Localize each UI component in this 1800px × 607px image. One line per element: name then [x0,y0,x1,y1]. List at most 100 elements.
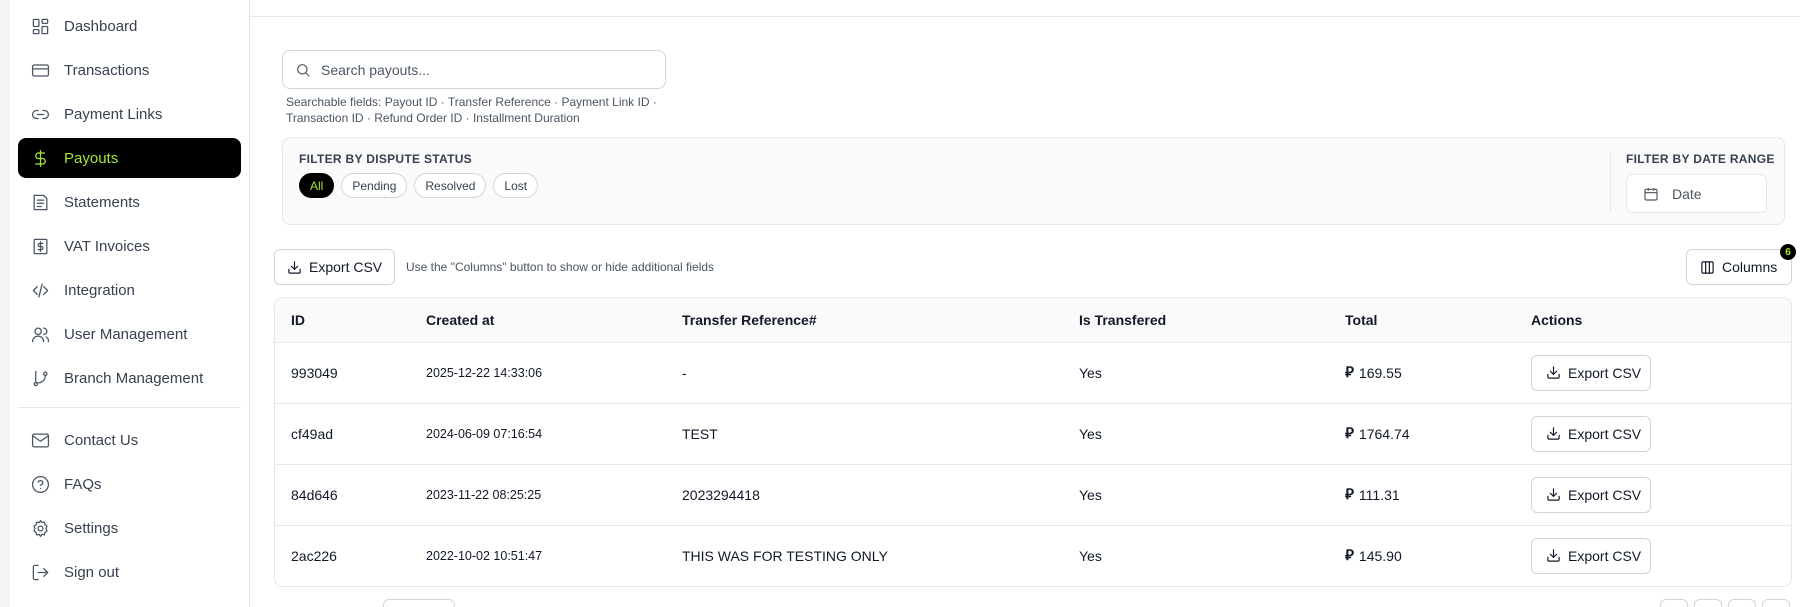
row-export-label: Export CSV [1568,486,1642,503]
search-box[interactable] [282,50,666,89]
sidebar-item-user-management[interactable]: User Management [18,314,241,354]
sidebar-item-label: Transactions [64,61,150,79]
filter-panel: FILTER BY DISPUTE STATUS All Pending Res… [282,137,1785,225]
cell-actions: Export CSV [1515,403,1791,465]
main-content: Searchable fields: Payout ID · Transfer … [250,0,1800,607]
cell-is-transfered: Yes [1063,403,1329,465]
chip-all[interactable]: All [299,173,335,198]
date-range-button[interactable]: Date [1626,174,1767,213]
sidebar-item-label: Contact Us [64,431,139,449]
sidebar-item-label: Integration [64,281,135,299]
sidebar-item-label: VAT Invoices [64,237,150,255]
cell-created-at: 2023-11-22 08:25:25 [410,464,666,526]
sidebar-item-settings[interactable]: Settings [18,508,241,548]
currency-icon: ⃁ [1345,547,1354,565]
dispute-filter-chips: All Pending Resolved Lost [299,173,539,198]
app-root: Dashboard Transactions Payment Links Pay… [0,0,1800,607]
download-icon [1547,488,1560,501]
mail-icon [29,429,51,451]
download-icon [1547,549,1560,562]
sidebar-item-payment-links[interactable]: Payment Links [18,94,241,134]
cell-total: ⃁ 145.90 [1329,525,1515,586]
sidebar-item-label: Statements [64,193,140,211]
sidebar: Dashboard Transactions Payment Links Pay… [10,0,250,607]
pagination-button[interactable] [1694,599,1722,607]
total-value: 1764.74 [1358,425,1410,442]
chip-pending[interactable]: Pending [341,173,408,198]
chip-lost[interactable]: Lost [493,173,539,198]
help-icon [29,473,51,495]
sidebar-item-label: Payment Links [64,105,163,123]
sidebar-item-faqs[interactable]: FAQs [18,464,241,504]
row-export-csv-button[interactable]: Export CSV [1531,415,1651,452]
download-icon [288,260,301,274]
pagination-button[interactable] [1762,599,1790,607]
sidebar-item-dashboard[interactable]: Dashboard [18,6,241,46]
cell-total: ⃁ 111.31 [1329,464,1515,526]
sidebar-item-label: Sign out [64,563,120,581]
row-export-label: Export CSV [1568,364,1642,381]
date-range-label: Date [1672,185,1702,202]
sidebar-item-statements[interactable]: Statements [18,182,241,222]
row-export-csv-button[interactable]: Export CSV [1531,354,1651,391]
sidebar-divider [18,407,241,408]
row-export-csv-button[interactable]: Export CSV [1531,537,1651,574]
download-icon [1547,366,1560,379]
total-value: 169.55 [1358,364,1402,381]
sidebar-nav: Dashboard Transactions Payment Links Pay… [10,0,249,398]
columns-label: Columns [1722,259,1778,275]
dollar-icon [29,147,51,169]
columns-count-badge: 6 [1780,244,1796,260]
cell-id: 993049 [275,342,410,404]
sidebar-item-transactions[interactable]: Transactions [18,50,241,90]
users-icon [29,323,51,345]
row-export-label: Export CSV [1568,547,1642,564]
cell-transfer-reference: 2023294418 [666,464,1063,526]
export-csv-button[interactable]: Export CSV [274,249,396,285]
sidebar-item-label: Dashboard [64,17,138,35]
column-header-id[interactable]: ID [275,298,410,343]
sidebar-item-vat-invoices[interactable]: VAT Invoices [18,226,241,266]
column-header-is-transfered[interactable]: Is Transfered [1063,298,1329,343]
table-row[interactable]: 2ac226 2022-10-02 10:51:47 THIS WAS FOR … [275,525,1791,586]
sidebar-item-sign-out[interactable]: Sign out [18,552,241,592]
search-icon [297,63,310,77]
payouts-table: ID Created at Transfer Reference# Is Tra… [274,297,1792,587]
table-row[interactable]: 84d646 2023-11-22 08:25:25 2023294418 Ye… [275,464,1791,526]
sidebar-item-label: Settings [64,519,119,537]
column-header-created-at[interactable]: Created at [410,298,666,343]
branch-icon [29,367,51,389]
column-header-transfer-reference[interactable]: Transfer Reference# [666,298,1063,343]
columns-button[interactable]: Columns [1686,249,1792,285]
table-header-row: ID Created at Transfer Reference# Is Tra… [275,298,1791,343]
row-export-csv-button[interactable]: Export CSV [1531,476,1651,513]
search-hint: Searchable fields: Payout ID · Transfer … [286,95,657,125]
top-bar [250,0,1800,17]
cell-created-at: 2024-06-09 07:16:54 [410,403,666,465]
chip-resolved[interactable]: Resolved [414,173,487,198]
pagination-button[interactable] [1660,599,1688,607]
sidebar-item-integration[interactable]: Integration [18,270,241,310]
pagination-button[interactable] [1728,599,1756,607]
column-header-total[interactable]: Total [1329,298,1515,343]
sidebar-item-contact-us[interactable]: Contact Us [18,420,241,460]
sign-out-icon [29,561,51,583]
document-icon [29,191,51,213]
columns-icon [1701,260,1714,274]
cell-transfer-reference: - [666,342,1063,404]
sidebar-item-label: User Management [64,325,188,343]
sidebar-item-branch-management[interactable]: Branch Management [18,358,241,398]
sidebar-item-payouts[interactable]: Payouts [18,138,241,178]
table-row[interactable]: 993049 2025-12-22 14:33:06 - Yes ⃁ 169.55… [275,342,1791,404]
sidebar-footer-nav: Contact Us FAQs Settings Sign out [10,420,249,592]
column-header-actions: Actions [1515,298,1791,343]
currency-icon: ⃁ [1345,425,1354,442]
cell-id: cf49ad [275,403,410,465]
cell-actions: Export CSV [1515,464,1791,526]
table-row[interactable]: cf49ad 2024-06-09 07:16:54 TEST Yes ⃁ 176… [275,403,1791,465]
cell-total: ⃁ 169.55 [1329,342,1515,404]
date-filter-title: FILTER BY DATE RANGE [1626,152,1775,166]
download-icon [1547,427,1560,440]
page-size-select[interactable] [383,599,455,607]
search-input[interactable] [321,61,641,78]
